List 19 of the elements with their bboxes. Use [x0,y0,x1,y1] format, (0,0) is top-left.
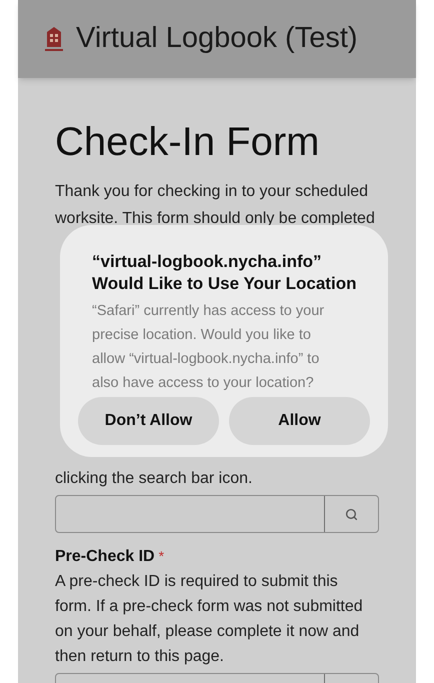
help-text: then return to this page. [55,647,224,667]
allow-button[interactable]: Allow [229,397,370,445]
app-title: Virtual Logbook (Test) [76,21,358,56]
dialog-message: precise location. Would you like to [92,326,311,345]
deny-button[interactable]: Don’t Allow [78,397,219,445]
help-text: form. If a pre-check form was not submitted [55,597,363,617]
dialog-message: allow “virtual-logbook.nycha.info” to [92,350,320,369]
dialog-title: “virtual-logbook.nycha.info” [92,251,322,273]
dialog-message: “Safari” currently has access to your [92,302,324,321]
intro-text: Thank you for checking in to your scheduled [55,182,368,202]
field-label: Pre-Check ID [55,547,155,567]
form-title: Check-In Form [55,119,320,166]
help-text: clicking the search bar icon. [55,469,252,489]
help-text: on your behalf, please complete it now and [55,622,360,642]
dialog-title: Would Like to Use Your Location [92,273,356,295]
help-text: A pre-check ID is required to submit this [55,572,338,592]
required-mark: * [158,547,164,566]
intro-text: worksite. This form should only be completed [55,209,375,229]
dialog-message: also have access to your location? [92,374,314,393]
